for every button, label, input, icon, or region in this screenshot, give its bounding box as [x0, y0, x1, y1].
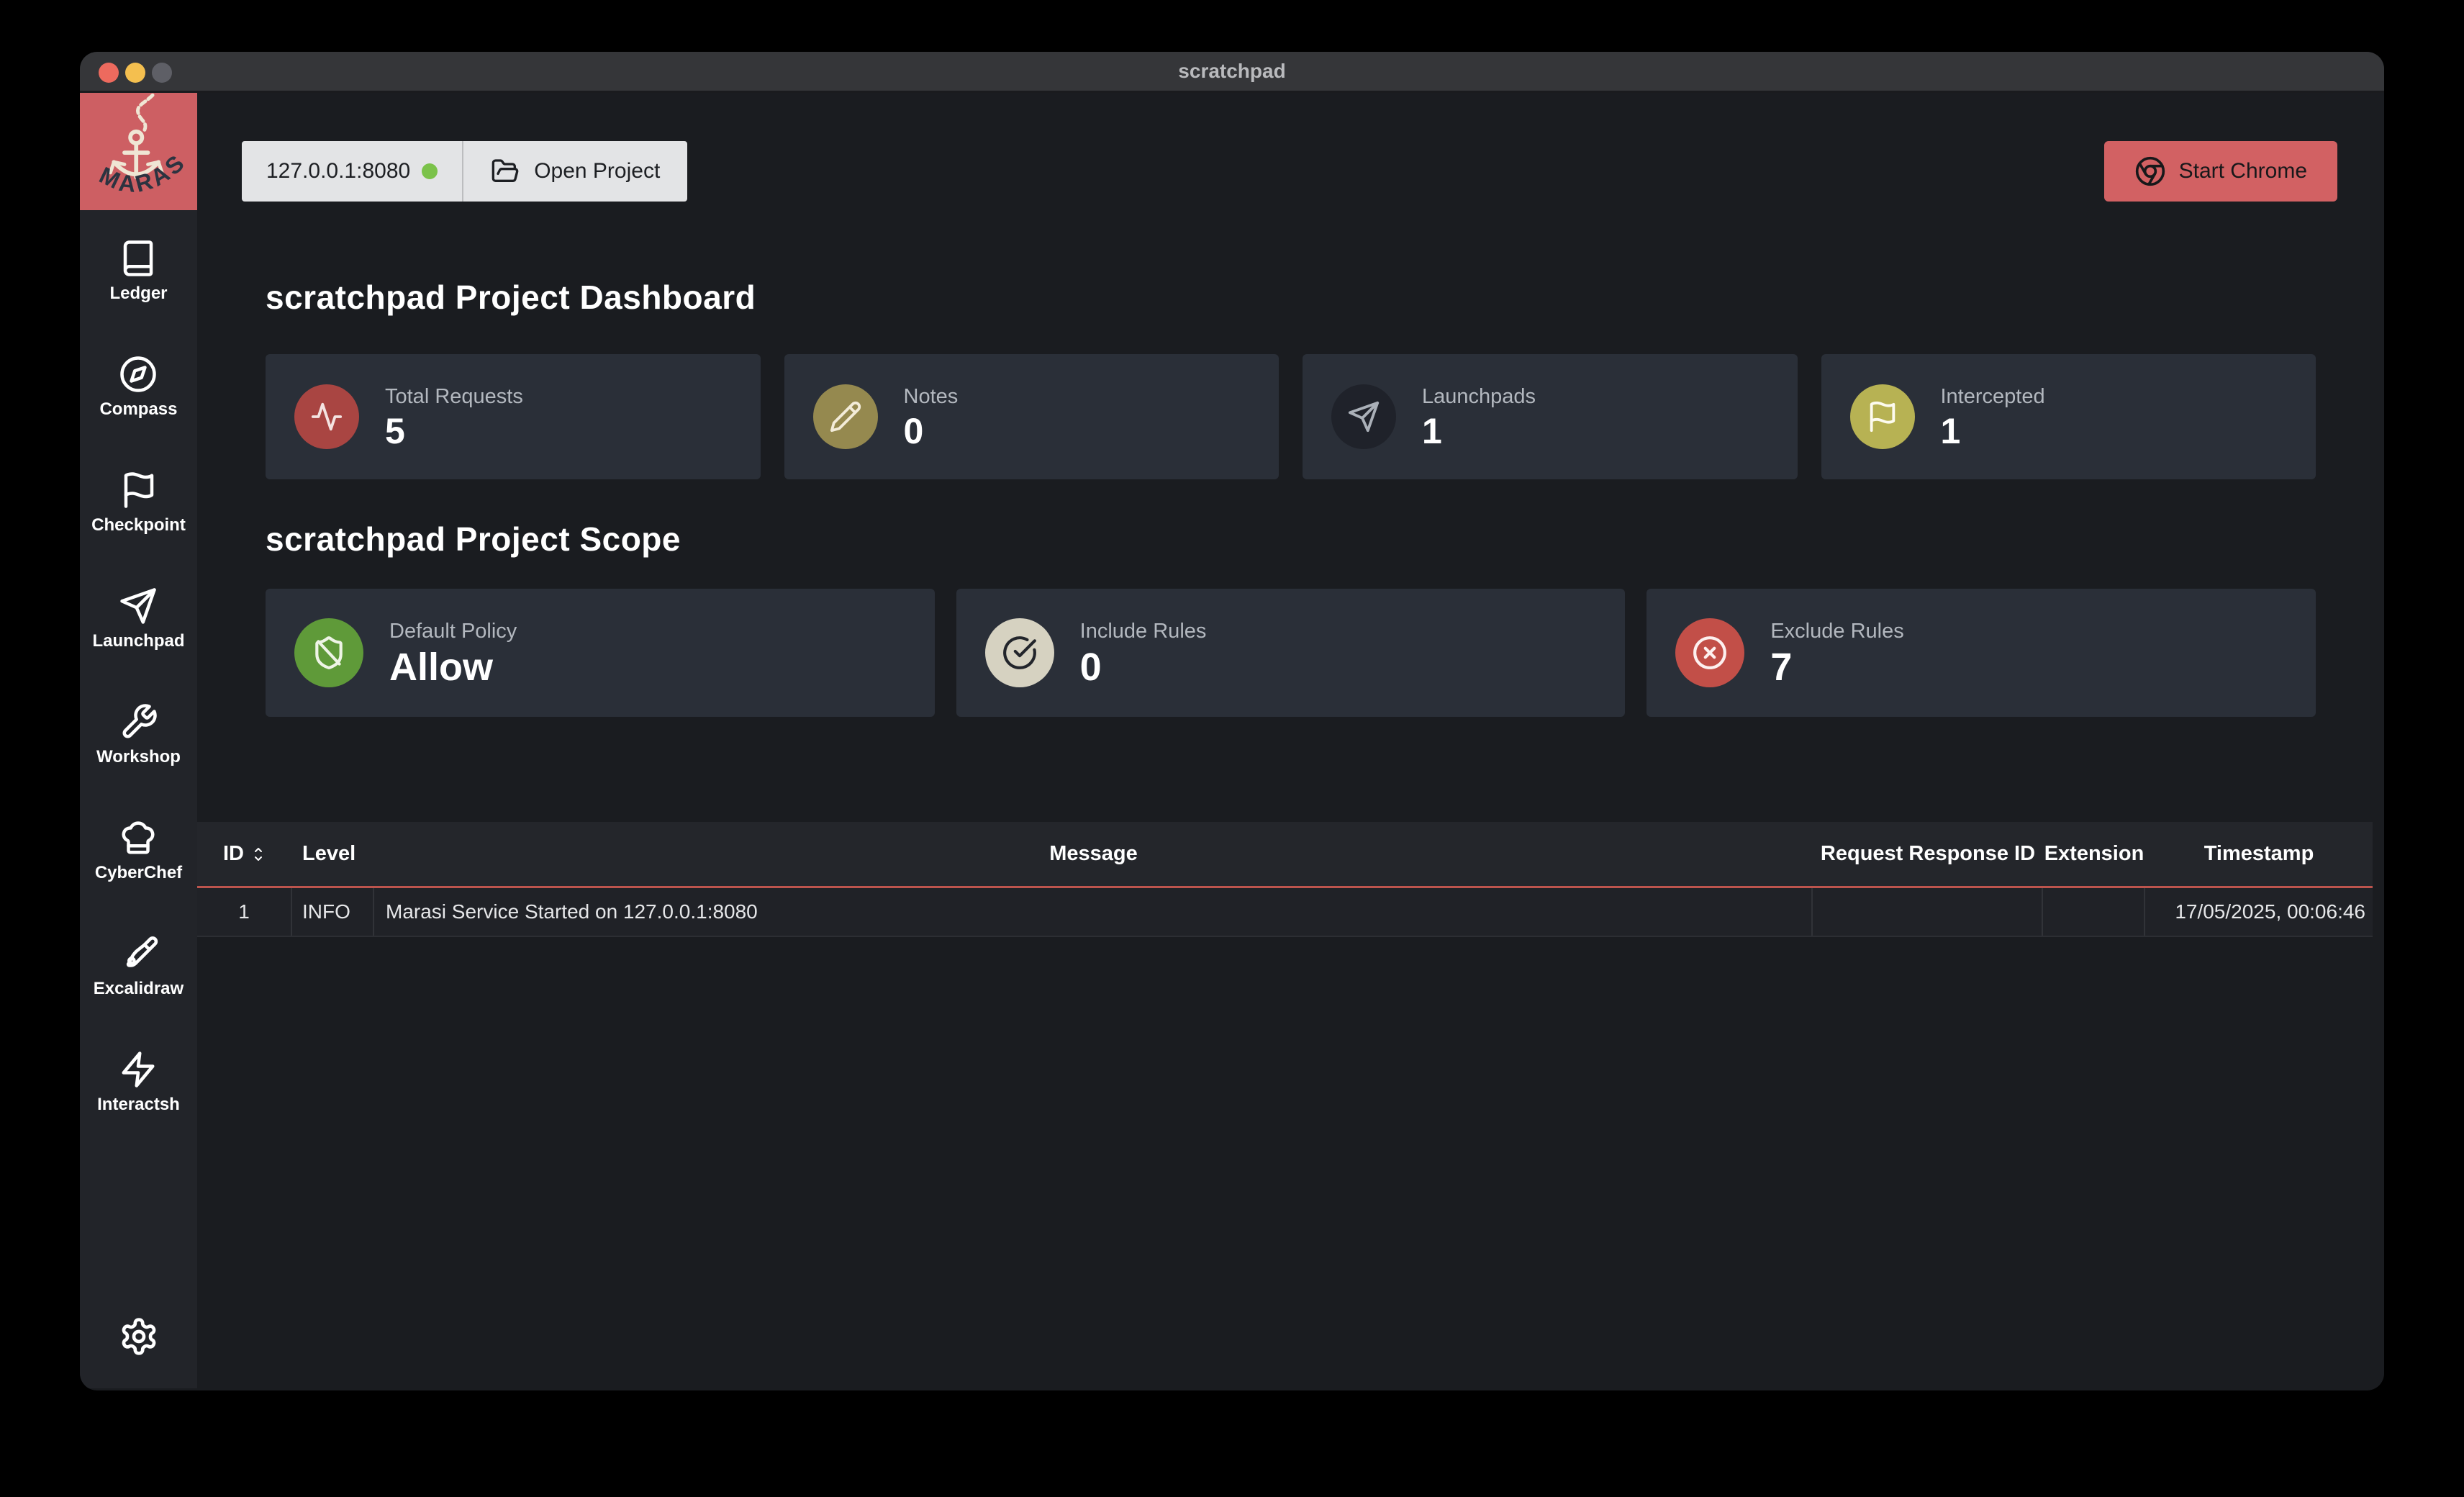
sidebar-nav: Ledger Compass Checkpoint Launchpad Work… — [80, 210, 197, 1166]
zap-icon — [119, 1050, 158, 1089]
sidebar-item-label: Interactsh — [97, 1095, 180, 1115]
proxy-address-group: 127.0.0.1:8080 Open Project — [242, 141, 687, 202]
anchor-logo-icon: MARASI — [80, 93, 197, 210]
start-chrome-button[interactable]: Start Chrome — [2104, 141, 2337, 202]
paintbrush-icon — [119, 934, 158, 973]
sidebar-item-label: Launchpad — [92, 631, 184, 651]
column-header-request-response-id[interactable]: Request Response ID — [1813, 842, 2043, 866]
scope-label: Default Policy — [389, 620, 517, 643]
sidebar-item-checkpoint[interactable]: Checkpoint — [91, 471, 186, 587]
dashboard-title: scratchpad Project Dashboard — [266, 278, 2384, 317]
log-cell-request-response-id — [1813, 888, 2043, 936]
scope-value: 7 — [1770, 648, 1903, 687]
stat-value: 0 — [904, 413, 959, 449]
sidebar-item-interactsh[interactable]: Interactsh — [97, 1050, 180, 1166]
folder-open-icon — [491, 157, 520, 186]
stats-row: Total Requests 5 Notes 0 — [266, 354, 2316, 479]
wrench-icon — [119, 702, 158, 741]
gear-icon — [119, 1316, 159, 1357]
stat-card-total-requests: Total Requests 5 — [266, 354, 761, 479]
shield-off-icon — [294, 618, 363, 687]
sidebar-item-ledger[interactable]: Ledger — [109, 239, 167, 355]
zoom-window-button[interactable] — [152, 63, 172, 83]
compass-icon — [119, 355, 158, 394]
stat-card-launchpads: Launchpads 1 — [1303, 354, 1798, 479]
toolbar: 127.0.0.1:8080 Open Project Start Chrome — [242, 141, 2337, 202]
scope-title: scratchpad Project Scope — [266, 520, 2384, 558]
chrome-icon — [2134, 155, 2166, 187]
log-cell-level: INFO — [292, 888, 374, 936]
send-icon — [119, 587, 158, 625]
settings-button[interactable] — [80, 1316, 197, 1357]
proxy-address: 127.0.0.1:8080 — [266, 159, 410, 184]
log-cell-message: Marasi Service Started on 127.0.0.1:8080 — [374, 888, 1813, 936]
stat-value: 1 — [1422, 413, 1536, 449]
chef-hat-icon — [119, 818, 158, 857]
scope-card-include-rules: Include Rules 0 — [956, 589, 1626, 717]
check-circle-icon — [985, 618, 1054, 687]
scope-label: Include Rules — [1080, 620, 1207, 643]
sidebar-item-excalidraw[interactable]: Excalidraw — [94, 934, 184, 1050]
titlebar: scratchpad — [80, 52, 2384, 93]
scope-label: Exclude Rules — [1770, 620, 1903, 643]
column-header-timestamp[interactable]: Timestamp — [2145, 842, 2373, 866]
traffic-lights — [99, 63, 172, 83]
sidebar-item-launchpad[interactable]: Launchpad — [92, 587, 184, 702]
sort-icon — [250, 846, 267, 863]
sidebar-item-compass[interactable]: Compass — [99, 355, 177, 471]
sidebar-item-label: CyberChef — [95, 863, 182, 883]
sidebar-item-label: Compass — [99, 399, 177, 420]
scope-card-exclude-rules: Exclude Rules 7 — [1647, 589, 2316, 717]
log-cell-timestamp: 17/05/2025, 00:06:46 — [2145, 888, 2373, 936]
column-header-level[interactable]: Level — [292, 842, 374, 866]
marasi-logo: MARASI — [80, 93, 197, 210]
window-title: scratchpad — [1178, 60, 1285, 83]
scope-card-default-policy: Default Policy Allow — [266, 589, 935, 717]
book-icon — [119, 239, 158, 278]
proxy-address-button[interactable]: 127.0.0.1:8080 — [242, 141, 463, 202]
activity-icon — [294, 384, 359, 449]
start-chrome-label: Start Chrome — [2179, 159, 2307, 184]
sidebar-item-label: Ledger — [109, 284, 167, 304]
stat-card-notes: Notes 0 — [784, 354, 1279, 479]
stat-value: 1 — [1941, 413, 2045, 449]
sidebar-item-label: Checkpoint — [91, 515, 186, 535]
sidebar: MARASI Ledger Compass Checkpoint — [80, 93, 197, 1388]
stat-label: Total Requests — [385, 385, 523, 409]
stat-label: Notes — [904, 385, 959, 409]
log-table-header: ID Level Message Request Response ID Ext… — [197, 822, 2373, 888]
close-window-button[interactable] — [99, 63, 119, 83]
send-icon — [1331, 384, 1396, 449]
sidebar-item-workshop[interactable]: Workshop — [96, 702, 181, 818]
proxy-status-dot — [422, 163, 438, 179]
column-header-message[interactable]: Message — [374, 842, 1813, 866]
sidebar-item-label: Excalidraw — [94, 979, 184, 999]
log-cell-extension — [2043, 888, 2145, 936]
open-project-button[interactable]: Open Project — [463, 141, 687, 202]
stat-card-intercepted: Intercepted 1 — [1821, 354, 2316, 479]
stat-label: Intercepted — [1941, 385, 2045, 409]
pencil-icon — [813, 384, 878, 449]
open-project-label: Open Project — [534, 159, 660, 184]
log-cell-id: 1 — [197, 888, 292, 936]
app-window: scratchpad MARASI — [80, 52, 2384, 1390]
flag-icon — [119, 471, 158, 510]
column-header-id[interactable]: ID — [197, 842, 292, 866]
log-table: ID Level Message Request Response ID Ext… — [197, 822, 2373, 937]
log-table-row[interactable]: 1 INFO Marasi Service Started on 127.0.0… — [197, 888, 2373, 937]
minimize-window-button[interactable] — [125, 63, 145, 83]
column-header-extension[interactable]: Extension — [2043, 842, 2145, 866]
x-circle-icon — [1675, 618, 1744, 687]
sidebar-item-label: Workshop — [96, 747, 181, 767]
sidebar-item-cyberchef[interactable]: CyberChef — [95, 818, 182, 934]
scope-value: 0 — [1080, 648, 1207, 687]
flag-icon — [1850, 384, 1915, 449]
scope-value: Allow — [389, 648, 517, 687]
scope-row: Default Policy Allow Include Rules 0 — [266, 589, 2316, 717]
stat-value: 5 — [385, 413, 523, 449]
stat-label: Launchpads — [1422, 385, 1536, 409]
main-content: 127.0.0.1:8080 Open Project Start Chrome… — [197, 93, 2384, 1388]
